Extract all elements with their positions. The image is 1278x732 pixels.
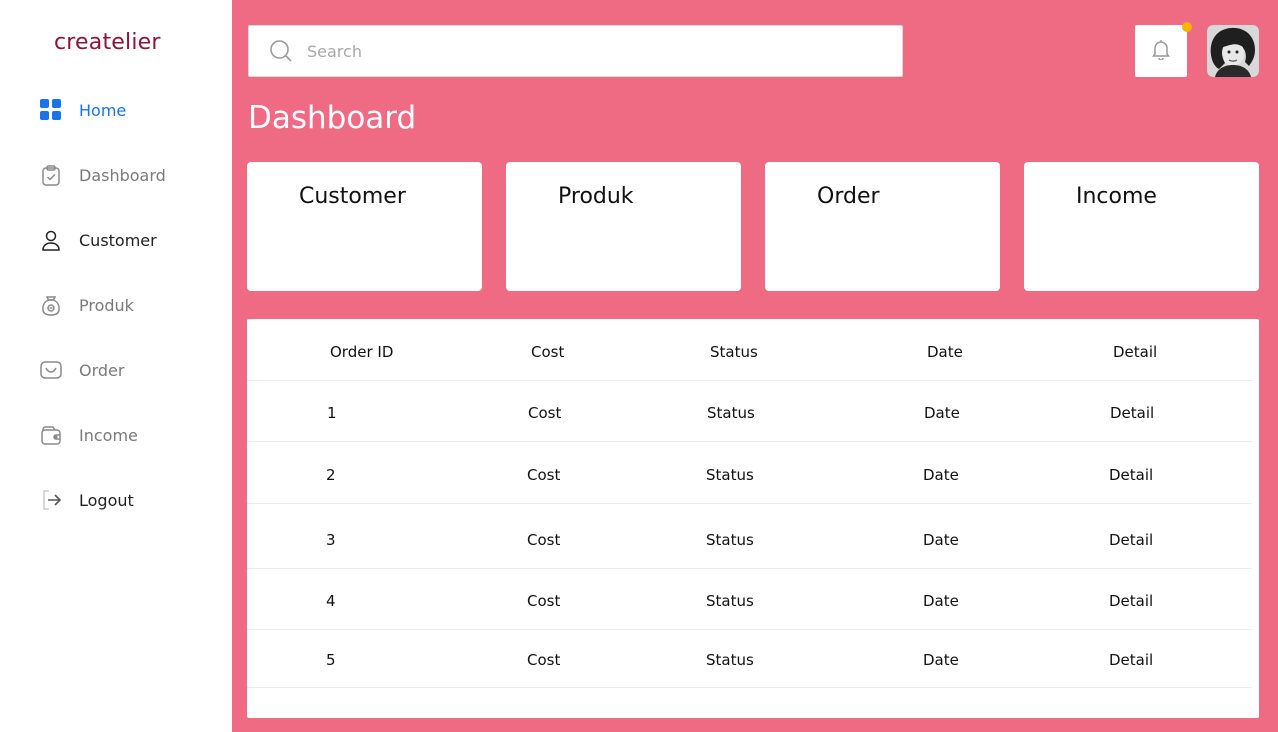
- card-title: Produk: [558, 184, 634, 209]
- detail-link[interactable]: Detail: [1110, 404, 1154, 422]
- sidebar-item-order[interactable]: Order: [40, 355, 124, 385]
- status-cell: Status: [706, 592, 754, 610]
- column-header: Detail: [1113, 343, 1158, 361]
- sidebar-item-customer[interactable]: Customer: [40, 225, 157, 255]
- sidebar-item-produk[interactable]: Produk: [40, 290, 134, 320]
- stat-card-order[interactable]: Order: [765, 162, 1000, 291]
- table-row[interactable]: 4 Cost Status Date Detail: [247, 569, 1252, 630]
- cost-cell: Cost: [528, 404, 562, 422]
- sidebar-item-label: Logout: [79, 490, 134, 510]
- avatar[interactable]: [1207, 25, 1259, 77]
- notification-button[interactable]: [1135, 25, 1187, 77]
- clipboard-check-icon: [40, 164, 62, 186]
- bag-icon: [40, 294, 62, 316]
- order-id-cell: 5: [326, 651, 336, 669]
- column-header: Date: [927, 343, 963, 361]
- date-cell: Date: [924, 404, 960, 422]
- grid-icon: [40, 99, 62, 121]
- column-header: Cost: [531, 343, 565, 361]
- card-title: Order: [817, 184, 880, 209]
- sidebar-item-label: Home: [79, 100, 127, 120]
- order-id-cell: 2: [326, 466, 336, 484]
- page-title: Dashboard: [248, 100, 417, 136]
- cost-cell: Cost: [527, 466, 561, 484]
- table-row[interactable]: 3 Cost Status Date Detail: [247, 504, 1252, 569]
- stat-card-customer[interactable]: Customer: [247, 162, 482, 291]
- table-row[interactable]: 2 Cost Status Date Detail: [247, 442, 1252, 504]
- search-bar: [248, 25, 903, 77]
- order-id-cell: 3: [326, 531, 336, 549]
- table-header-row: Order ID Cost Status Date Detail: [247, 319, 1252, 381]
- stat-card-income[interactable]: Income: [1024, 162, 1259, 291]
- sidebar-item-label: Income: [79, 425, 138, 445]
- brand-logo: createlier: [54, 30, 161, 55]
- sidebar-item-label: Order: [79, 360, 125, 380]
- date-cell: Date: [923, 531, 959, 549]
- sidebar-item-home[interactable]: Home: [40, 95, 126, 125]
- date-cell: Date: [923, 466, 959, 484]
- bell-icon: [1150, 38, 1172, 64]
- status-cell: Status: [706, 466, 754, 484]
- detail-link[interactable]: Detail: [1109, 531, 1153, 549]
- table-row[interactable]: 5 Cost Status Date Detail: [247, 630, 1252, 688]
- cost-cell: Cost: [527, 592, 561, 610]
- orders-table: Order ID Cost Status Date Detail 1 Cost …: [247, 319, 1259, 718]
- card-title: Customer: [299, 184, 406, 209]
- detail-link[interactable]: Detail: [1109, 651, 1153, 669]
- status-cell: Status: [706, 651, 754, 669]
- detail-link[interactable]: Detail: [1109, 466, 1153, 484]
- sidebar-item-label: Customer: [79, 230, 157, 250]
- wallet-icon: [40, 424, 62, 446]
- cost-cell: Cost: [527, 531, 561, 549]
- column-header: Status: [710, 343, 758, 361]
- table-row[interactable]: 1 Cost Status Date Detail: [247, 381, 1252, 442]
- cost-cell: Cost: [527, 651, 561, 669]
- sidebar-item-label: Dashboard: [79, 165, 166, 185]
- inbox-icon: [40, 359, 62, 381]
- search-input[interactable]: [307, 41, 867, 61]
- sidebar: createlier Home Dashboard Customer Produ…: [0, 0, 232, 732]
- order-id-cell: 1: [327, 404, 337, 422]
- user-icon: [40, 229, 62, 251]
- notification-badge: [1182, 22, 1192, 32]
- sidebar-item-label: Produk: [79, 295, 134, 315]
- date-cell: Date: [923, 592, 959, 610]
- logout-icon: [40, 489, 62, 511]
- status-cell: Status: [707, 404, 755, 422]
- card-title: Income: [1076, 184, 1157, 209]
- status-cell: Status: [706, 531, 754, 549]
- detail-link[interactable]: Detail: [1109, 592, 1153, 610]
- sidebar-item-logout[interactable]: Logout: [40, 485, 134, 515]
- sidebar-item-income[interactable]: Income: [40, 420, 138, 450]
- sidebar-item-dashboard[interactable]: Dashboard: [40, 160, 166, 190]
- search-icon: [269, 39, 293, 63]
- stat-card-produk[interactable]: Produk: [506, 162, 741, 291]
- order-id-cell: 4: [326, 592, 336, 610]
- date-cell: Date: [923, 651, 959, 669]
- column-header: Order ID: [330, 343, 394, 361]
